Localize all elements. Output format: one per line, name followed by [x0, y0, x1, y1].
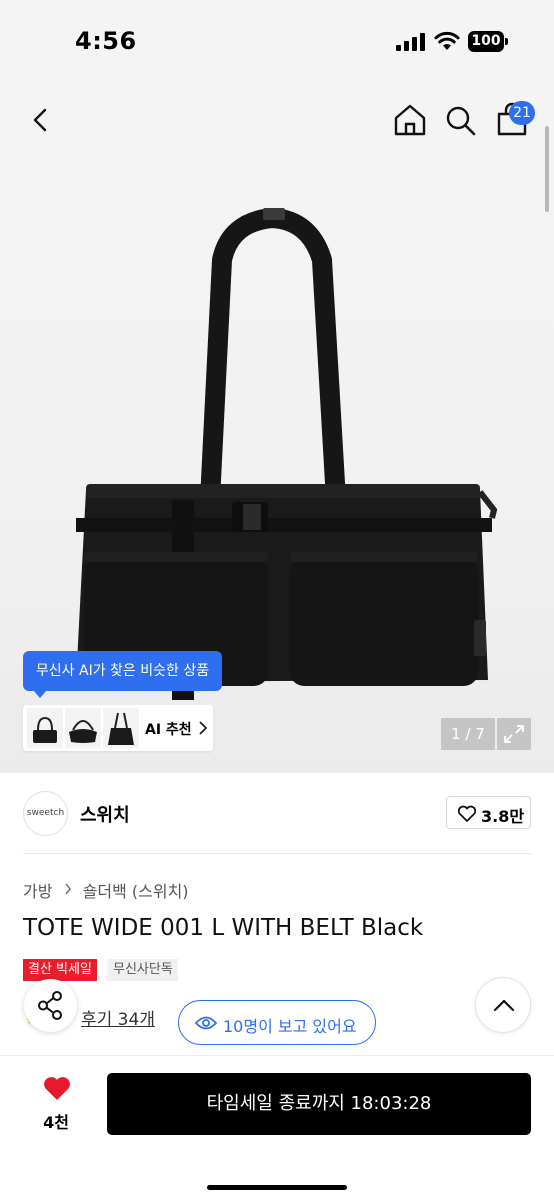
- cellular-signal-icon: [396, 33, 425, 51]
- chevron-right-icon: [199, 721, 208, 735]
- product-gallery[interactable]: 4:56 100 21 무신사 AI가 찾은 비슷한 상품 AI 추천 1 / …: [0, 0, 554, 773]
- status-bar: 4:56 100: [0, 0, 554, 80]
- product-title: TOTE WIDE 001 L WITH BELT Black: [23, 915, 424, 941]
- ai-recommend-card[interactable]: AI 추천: [23, 705, 213, 751]
- scroll-indicator: [545, 126, 549, 212]
- brand-like-count: 3.8만: [481, 807, 525, 826]
- viewers-indicator: 10명이 보고 있어요: [178, 1000, 376, 1045]
- battery-level: 100: [468, 31, 504, 52]
- wifi-icon: [434, 31, 460, 50]
- viewers-text: 10명이 보고 있어요: [223, 1017, 357, 1036]
- home-icon[interactable]: [392, 102, 428, 138]
- brand-name[interactable]: 스위치: [80, 801, 130, 827]
- similar-product-thumbnail[interactable]: [27, 708, 63, 748]
- chevron-right-icon: [65, 883, 71, 894]
- share-icon: [38, 991, 62, 1020]
- wishlist-heart-icon[interactable]: [42, 1075, 72, 1102]
- review-link[interactable]: 후기 34개: [81, 1005, 155, 1030]
- home-indicator: [207, 1185, 347, 1190]
- ai-recommend-label[interactable]: AI 추천: [145, 719, 192, 739]
- product-image-tote-bag[interactable]: [60, 200, 500, 700]
- heart-outline-icon: [457, 805, 477, 822]
- brand-logo[interactable]: sweetch: [23, 791, 68, 836]
- brand-like-button[interactable]: 3.8만: [446, 796, 531, 829]
- breadcrumb-item[interactable]: 숄더백 (스위치): [83, 878, 189, 902]
- chevron-up-icon: [493, 999, 515, 1012]
- breadcrumb-item[interactable]: 가방: [23, 878, 52, 902]
- search-icon[interactable]: [444, 102, 478, 138]
- divider: [23, 853, 531, 854]
- status-time: 4:56: [75, 27, 137, 55]
- wishlist-count: 4천: [43, 1113, 69, 1132]
- cart-count-badge: 21: [509, 101, 535, 125]
- scroll-to-top-button[interactable]: [475, 977, 531, 1033]
- gallery-page-counter: 1 / 7: [441, 718, 495, 750]
- buy-button[interactable]: 타임세일 종료까지 18:03:28: [107, 1073, 531, 1135]
- back-button[interactable]: [24, 102, 58, 138]
- share-button[interactable]: [24, 979, 77, 1032]
- exclusive-badge: 무신사단독: [108, 959, 178, 981]
- tooltip-arrow: [33, 690, 47, 698]
- breadcrumb: 가방 숄더백 (스위치): [23, 878, 189, 902]
- battery-icon: 100: [468, 31, 508, 52]
- ai-similar-products-tooltip[interactable]: 무신사 AI가 찾은 비슷한 상품: [23, 651, 222, 691]
- similar-product-thumbnail[interactable]: [65, 708, 101, 748]
- similar-product-thumbnail[interactable]: [103, 708, 139, 748]
- sale-badge: 결산 빅세일: [23, 959, 97, 981]
- expand-icon[interactable]: [497, 718, 531, 750]
- eye-icon: [195, 1016, 217, 1030]
